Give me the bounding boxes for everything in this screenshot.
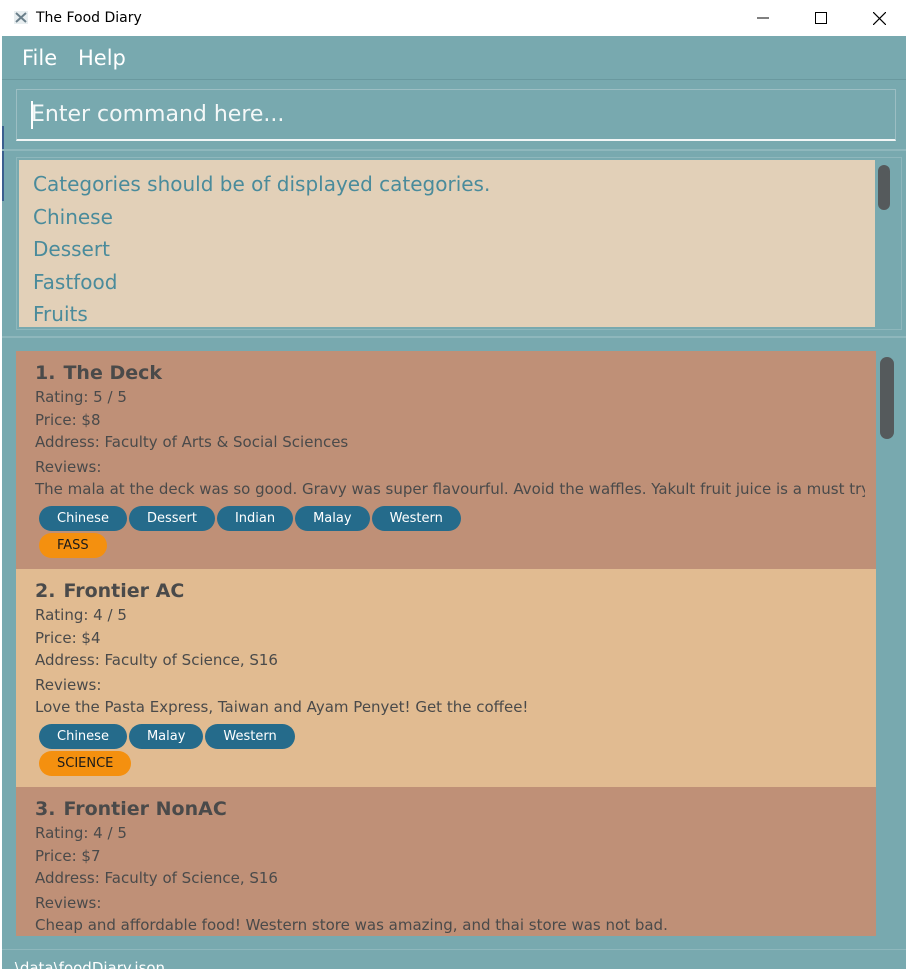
category-tags: Chinese Malay Western — [39, 724, 876, 749]
entry-price: Price: $4 — [35, 628, 101, 647]
entry-review: Love the Pasta Express, Taiwan and Ayam … — [35, 698, 529, 716]
entry-card[interactable]: 2. Frontier AC Rating: 4 / 5 Price: $4 Ad… — [16, 569, 876, 787]
entry-price: Price: $8 — [35, 410, 101, 429]
category-tag: Chinese — [39, 506, 127, 531]
entry-list: 1. The Deck Rating: 5 / 5 Price: $8 Addre… — [16, 351, 876, 936]
category-tag: Dessert — [128, 506, 215, 531]
status-bar: .\data\foodDiary.json — [2, 949, 906, 969]
entry-rating: Rating: 4 / 5 — [35, 824, 127, 842]
title-bar: The Food Diary — [0, 0, 906, 36]
entry-title: 1. The Deck — [35, 360, 876, 386]
list-scrollbar-thumb[interactable] — [880, 357, 894, 439]
entry-address: Address: Faculty of Science, S16 — [35, 869, 278, 887]
entry-title: 2. Frontier AC — [35, 578, 876, 604]
entry-address: Address: Faculty of Arts & Social Scienc… — [35, 433, 349, 451]
entry-rating: Rating: 5 / 5 — [35, 388, 127, 406]
maximize-button[interactable] — [792, 0, 850, 36]
entry-title: 3. Frontier NonAC — [35, 796, 876, 822]
entry-name: The Deck — [63, 362, 162, 384]
entry-index: 2. — [35, 580, 56, 602]
location-tags: FASS — [39, 533, 876, 558]
close-button[interactable] — [850, 0, 906, 36]
entry-card[interactable]: 1. The Deck Rating: 5 / 5 Price: $8 Addre… — [16, 351, 876, 569]
status-file-path: .\data\foodDiary.json — [10, 959, 166, 969]
entry-card[interactable]: 3. Frontier NonAC Rating: 4 / 5 Price: $7… — [16, 787, 876, 936]
entry-address: Address: Faculty of Science, S16 — [35, 651, 278, 669]
close-icon — [872, 11, 886, 25]
category-tag: Malay — [295, 506, 370, 531]
entry-reviews-label: Reviews: — [35, 457, 102, 476]
location-tag: FASS — [39, 533, 107, 558]
entry-index: 3. — [35, 798, 56, 820]
entry-index: 1. — [35, 362, 56, 384]
category-tag: Malay — [128, 724, 204, 749]
location-tag: SCIENCE — [39, 751, 132, 776]
entry-reviews-label: Reviews: — [35, 893, 102, 912]
minimize-icon — [757, 17, 769, 19]
category-tag: Western — [371, 506, 461, 531]
category-tags: Chinese Dessert Indian Malay Western — [39, 506, 876, 531]
category-tag: Indian — [216, 506, 294, 531]
window-title: The Food Diary — [36, 10, 142, 26]
category-tag: Chinese — [39, 724, 127, 749]
location-tags: SCIENCE — [39, 751, 876, 776]
entry-price: Price: $7 — [35, 846, 101, 865]
entry-review: Cheap and affordable food! Western store… — [35, 916, 668, 934]
entry-reviews-label: Reviews: — [35, 675, 102, 694]
app-icon — [14, 11, 28, 24]
entry-review: The mala at the deck was so good. Gravy … — [35, 480, 865, 498]
entry-name: Frontier AC — [63, 580, 185, 602]
entry-name: Frontier NonAC — [63, 798, 227, 820]
minimize-button[interactable] — [734, 0, 792, 36]
list-scrollbar-track[interactable] — [876, 351, 902, 936]
maximize-icon — [815, 12, 827, 24]
category-tag: Western — [205, 724, 295, 749]
entry-rating: Rating: 4 / 5 — [35, 606, 127, 624]
